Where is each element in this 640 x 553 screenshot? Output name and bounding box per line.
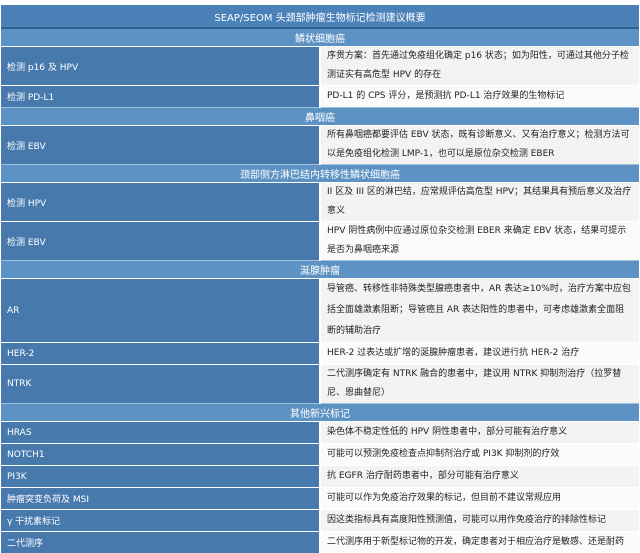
marker-label: AR [1, 279, 320, 343]
section-heading: 鳞状细胞癌 [1, 28, 639, 47]
table-row: NTRK二代测序确定有 NTRK 融合的患者中，建议用 NTRK 抑制剂治疗（拉… [1, 365, 639, 404]
section-heading: 颈部侧方淋巴结内转移性鳞状细胞癌 [1, 165, 639, 183]
recommendation-text: HPV 阴性病例中应通过原位杂交检测 EBER 来确定 EBV 状态，结果可提示… [320, 222, 639, 261]
recommendation-text: 抗 EGFR 治疗耐药患者中，部分可能有治疗意义 [320, 466, 639, 488]
recommendation-text: 序贯方案：首先通过免疫组化确定 p16 状态；如为阳性，可通过其他分子检测证实有… [320, 47, 639, 86]
table-title: SEAP/SEOM 头颈部肿瘤生物标记检测建议概要 [1, 5, 639, 28]
table-row: AR导管癌、转移性非特殊类型腺癌患者中，AR 表达≥10%时，治疗方案中应包括全… [1, 279, 639, 343]
marker-label: NOTCH1 [1, 444, 320, 466]
table-row: 检测 EBV所有鼻咽癌都要评估 EBV 状态，既有诊断意义、又有治疗意义；检测方… [1, 126, 639, 165]
summary-table-container: SEAP/SEOM 头颈部肿瘤生物标记检测建议概要 鳞状细胞癌检测 p16 及 … [0, 5, 640, 553]
section-heading: 其他新兴标记 [1, 404, 639, 422]
marker-label: γ 干扰素标记 [1, 510, 320, 532]
recommendation-text: 二代测序用于新型标记物的开发，确定患者对于相应治疗是敏感、还是耐药 [320, 532, 639, 553]
section-header-row: 涎腺肿瘤 [1, 261, 639, 279]
table-row: 肿瘤突变负荷及 MSI可能可以作为免疫治疗效果的标记，但目前不建议常规应用 [1, 488, 639, 510]
table-row: 检测 EBVHPV 阴性病例中应通过原位杂交检测 EBER 来确定 EBV 状态… [1, 222, 639, 261]
recommendation-text: PD-L1 的 CPS 评分，是预测抗 PD-L1 治疗效果的生物标记 [320, 86, 639, 108]
recommendation-text: 二代测序确定有 NTRK 融合的患者中，建议用 NTRK 抑制剂治疗（拉罗替尼、… [320, 365, 639, 404]
recommendation-text: 所有鼻咽癌都要评估 EBV 状态，既有诊断意义、又有治疗意义；检测方法可以是免疫… [320, 126, 639, 165]
summary-table: SEAP/SEOM 头颈部肿瘤生物标记检测建议概要 鳞状细胞癌检测 p16 及 … [1, 5, 639, 553]
recommendation-text: 因这类指标具有高度阳性预测值，可能可以用作免疫治疗的排除性标记 [320, 510, 639, 532]
marker-label: HER-2 [1, 343, 320, 365]
marker-label: 检测 p16 及 HPV [1, 47, 320, 86]
recommendation-text: 可能可以作为免疫治疗效果的标记，但目前不建议常规应用 [320, 488, 639, 510]
table-row: NOTCH1可能可以预测免疫检查点抑制剂治疗或 PI3K 抑制剂的疗效 [1, 444, 639, 466]
table-row: 检测 PD-L1PD-L1 的 CPS 评分，是预测抗 PD-L1 治疗效果的生… [1, 86, 639, 108]
section-header-row: 鳞状细胞癌 [1, 28, 639, 47]
recommendation-text: 导管癌、转移性非特殊类型腺癌患者中，AR 表达≥10%时，治疗方案中应包括全面雄… [320, 279, 639, 343]
table-row: PI3K抗 EGFR 治疗耐药患者中，部分可能有治疗意义 [1, 466, 639, 488]
marker-label: 二代测序 [1, 532, 320, 553]
section-header-row: 颈部侧方淋巴结内转移性鳞状细胞癌 [1, 165, 639, 183]
recommendation-text: 染色体不稳定性低的 HPV 阴性患者中，部分可能有治疗意义 [320, 422, 639, 444]
table-row: γ 干扰素标记因这类指标具有高度阳性预测值，可能可以用作免疫治疗的排除性标记 [1, 510, 639, 532]
table-row: HER-2HER-2 过表达或扩增的涎腺肿瘤患者，建议进行抗 HER-2 治疗 [1, 343, 639, 365]
marker-label: HRAS [1, 422, 320, 444]
recommendation-text: HER-2 过表达或扩增的涎腺肿瘤患者，建议进行抗 HER-2 治疗 [320, 343, 639, 365]
table-title-row: SEAP/SEOM 头颈部肿瘤生物标记检测建议概要 [1, 5, 639, 28]
table-row: 检测 HPVII 区及 III 区的淋巴结，应常规评估高危型 HPV；其结果具有… [1, 183, 639, 222]
marker-label: PI3K [1, 466, 320, 488]
recommendation-text: 可能可以预测免疫检查点抑制剂治疗或 PI3K 抑制剂的疗效 [320, 444, 639, 466]
marker-label: 肿瘤突变负荷及 MSI [1, 488, 320, 510]
marker-label: 检测 EBV [1, 126, 320, 165]
marker-label: 检测 EBV [1, 222, 320, 261]
marker-label: 检测 HPV [1, 183, 320, 222]
section-header-row: 鼻咽癌 [1, 108, 639, 126]
table-row: 检测 p16 及 HPV序贯方案：首先通过免疫组化确定 p16 状态；如为阳性，… [1, 47, 639, 86]
recommendation-text: II 区及 III 区的淋巴结，应常规评估高危型 HPV；其结果具有预后意义及治… [320, 183, 639, 222]
section-heading: 鼻咽癌 [1, 108, 639, 126]
section-header-row: 其他新兴标记 [1, 404, 639, 422]
marker-label: 检测 PD-L1 [1, 86, 320, 108]
section-heading: 涎腺肿瘤 [1, 261, 639, 279]
marker-label: NTRK [1, 365, 320, 404]
table-row: HRAS染色体不稳定性低的 HPV 阴性患者中，部分可能有治疗意义 [1, 422, 639, 444]
table-row: 二代测序二代测序用于新型标记物的开发，确定患者对于相应治疗是敏感、还是耐药 [1, 532, 639, 553]
